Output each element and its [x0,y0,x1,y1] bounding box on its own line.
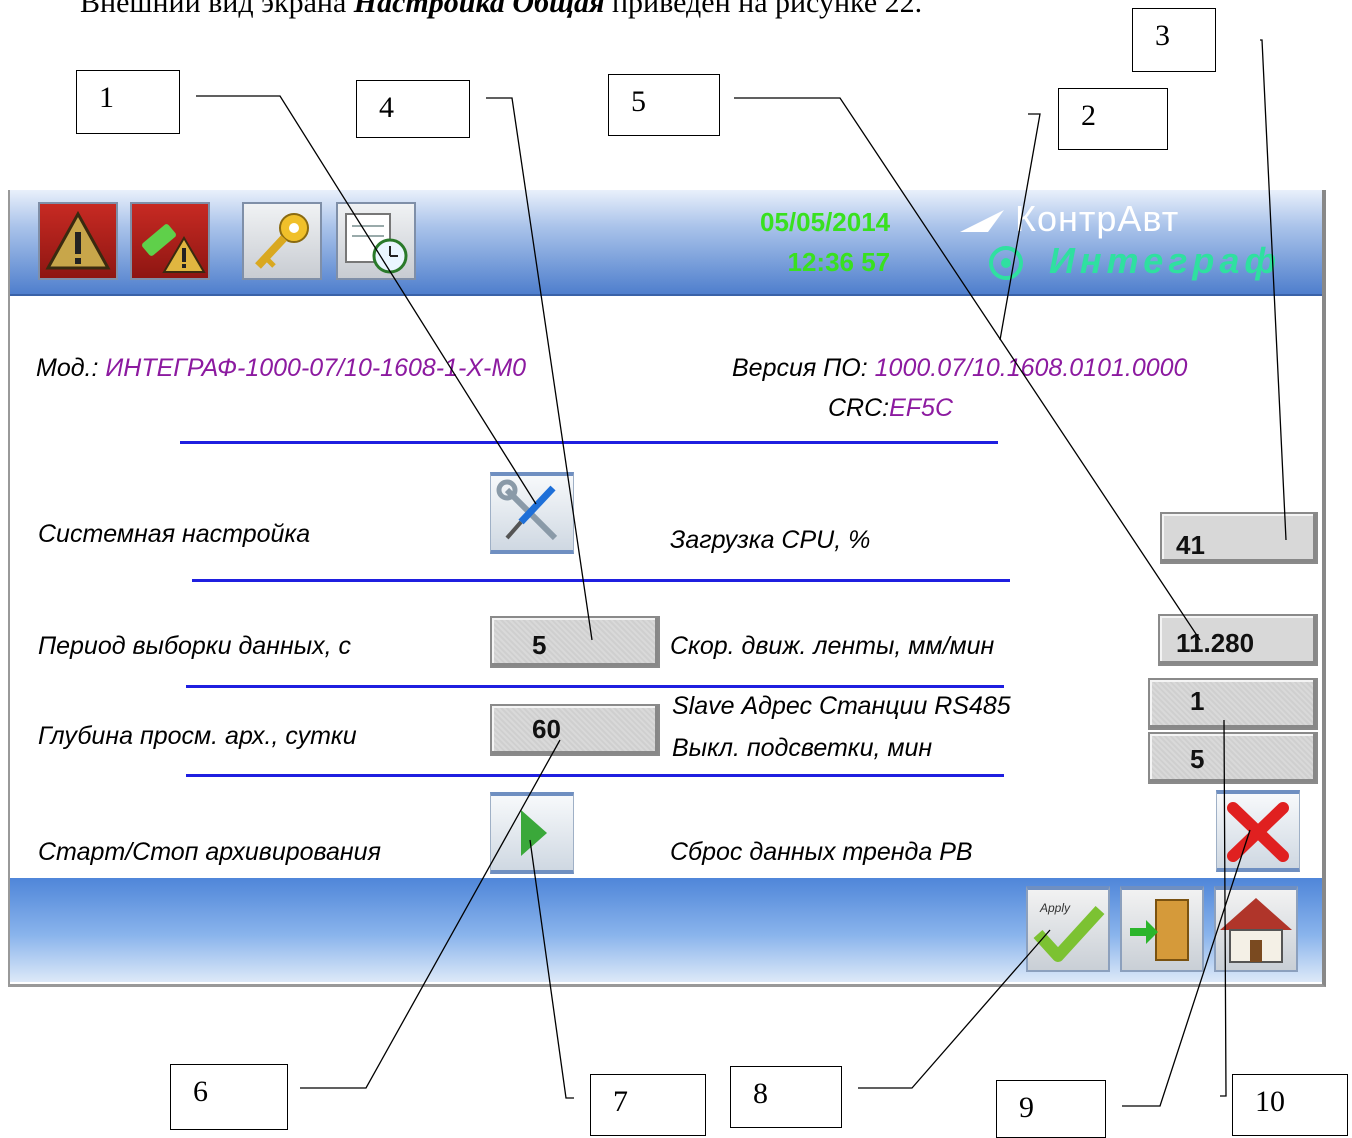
key-icon [255,213,309,269]
callout-8: 8 [730,1066,842,1128]
divider [180,441,998,444]
backlight-off-input[interactable]: 5 [1148,732,1318,784]
usb-alarm-button[interactable] [130,202,210,280]
system-setup-button[interactable] [490,472,574,554]
alarm-icon [45,210,111,270]
key-button[interactable] [242,202,322,280]
tape-speed-value: 11.280 [1158,614,1318,666]
trend-reset-button[interactable] [1216,790,1300,872]
archive-startstop-button[interactable] [490,792,574,874]
archive-depth-input[interactable]: 60 [490,704,660,756]
backlight-off-label: Выкл. подсветки, мин [672,734,933,762]
schedule-icon [345,213,408,274]
bottom-bar: Apply [10,878,1322,982]
divider [186,685,1004,688]
callout-10: 10 [1232,1074,1348,1136]
apply-text: Apply [1039,901,1071,915]
sample-period-input[interactable]: 5 [490,616,660,668]
divider [186,774,1004,777]
wrench-screwdriver-icon [496,479,558,541]
brand-bottom-text: Интеграф [1049,240,1282,281]
apply-button[interactable]: Apply [1026,886,1110,972]
version-info: Версия ПО: 1000.07/10.1608.0101.0000 [732,354,1188,382]
callout-9: 9 [996,1080,1106,1138]
exit-icon [1130,899,1189,961]
brand-integraf: Интеграф [989,240,1282,282]
tape-speed-label: Скор. движ. ленты, мм/мин [670,632,995,660]
trend-reset-label: Сброс данных тренда РВ [670,838,973,866]
slave-address-input[interactable]: 1 [1148,678,1318,730]
exit-button[interactable] [1120,886,1204,972]
cpu-value: 41 [1160,512,1318,564]
close-icon [1227,802,1289,862]
archive-depth-label: Глубина просм. арх., сутки [38,722,357,750]
callout-6: 6 [170,1064,288,1130]
settings-screen: 05/05/2014 12:36 57 КонтрАвт Интеграф Мо… [8,190,1326,987]
alarm-button[interactable] [38,202,118,280]
crc-info: CRC:EF5C [828,394,954,422]
sample-period-label: Период выборки данных, с [38,632,351,660]
slave-address-label: Slave Адрес Станции RS485 [672,692,1011,720]
callout-4: 4 [356,80,470,138]
callout-7: 7 [590,1074,706,1136]
integraf-logo-icon [989,246,1023,281]
home-icon [1220,898,1292,963]
callout-1: 1 [76,70,180,134]
usb-alarm-icon [142,224,206,273]
model-info: Мод.: ИНТЕГРАФ-1000-07/10-1608-1-Х-М0 [36,354,527,382]
current-date: 05/05/2014 [760,207,891,237]
contravt-logo-icon [960,210,1004,233]
date-time-display: 05/05/2014 12:36 57 [760,202,890,282]
play-icon [521,810,547,856]
brand-top-text: КонтрАвт [1015,198,1180,239]
callout-3: 3 [1132,8,1216,72]
schedule-button[interactable] [336,202,416,280]
current-time: 12:36 57 [787,247,891,277]
brand-contravt: КонтрАвт [960,198,1179,240]
top-bar: 05/05/2014 12:36 57 КонтрАвт Интеграф [10,190,1322,296]
callout-5: 5 [608,74,720,136]
archive-startstop-label: Старт/Стоп архивирования [38,838,381,866]
system-setup-label: Системная настройка [38,520,311,548]
apply-icon: Apply [1033,901,1105,962]
home-button[interactable] [1214,886,1298,972]
divider [192,579,1010,582]
cpu-label: Загрузка CPU, % [670,526,871,554]
callout-2: 2 [1058,88,1168,150]
